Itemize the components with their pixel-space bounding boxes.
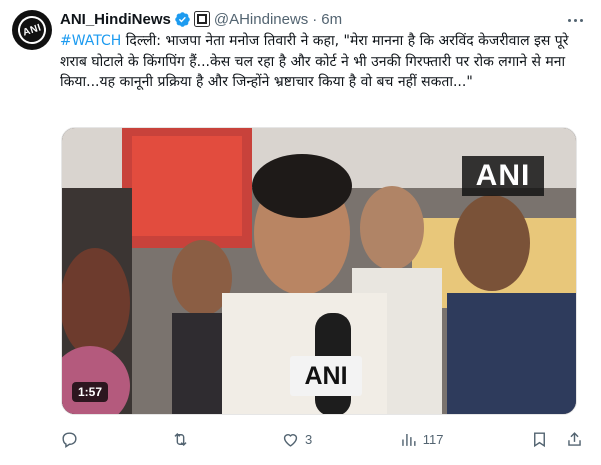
affiliate-badge-icon [193, 11, 210, 27]
ani-logo: ANI [14, 12, 50, 48]
like-button[interactable]: 3 [281, 430, 312, 449]
more-dot-icon [579, 18, 583, 22]
share-button[interactable] [565, 430, 584, 449]
right-actions [530, 430, 584, 449]
ani-mic-logo: ANI [290, 356, 362, 396]
views-button[interactable]: 117 [399, 430, 444, 449]
tweet-body: दिल्ली: भाजपा नेता मनोज तिवारी ने कहा, "… [60, 33, 569, 90]
action-bar: 3 117 [60, 428, 584, 450]
timestamp[interactable]: 6m [321, 11, 342, 28]
reply-icon [62, 431, 77, 448]
author-name[interactable]: ANI_HindiNews [60, 11, 171, 28]
share-icon [568, 431, 581, 446]
heart-icon [283, 433, 298, 447]
video-duration: 1:57 [72, 382, 109, 402]
avatar[interactable]: ANI [12, 10, 52, 50]
more-dot-icon [573, 18, 577, 22]
ani-watermark: ANI [462, 156, 544, 196]
video-player[interactable]: ANI ANI 1:57 [61, 127, 577, 415]
bookmark-icon [534, 431, 545, 447]
separator-dot: · [312, 10, 318, 28]
retweet-icon [173, 432, 187, 446]
like-count: 3 [305, 431, 313, 447]
tweet-header: ANI_HindiNews @AHindinews · 6m [60, 9, 561, 29]
bookmark-button[interactable] [530, 430, 549, 449]
more-dot-icon [567, 18, 571, 22]
views-count: 117 [422, 431, 444, 447]
reply-button[interactable] [60, 430, 84, 449]
tweet-text: #WATCH दिल्ली: भाजपा नेता मनोज तिवारी ने… [60, 31, 580, 93]
hashtag-link[interactable]: #WATCH [60, 33, 121, 49]
more-options-button[interactable] [565, 10, 585, 30]
retweet-button[interactable] [171, 430, 195, 449]
tweet-card[interactable]: ANI ANI_HindiNews @AHindinews · 6m #WATC… [0, 0, 601, 465]
author-handle[interactable]: @AHindinews [214, 11, 308, 28]
views-chart-icon [401, 433, 416, 446]
verified-badge-icon [175, 11, 190, 27]
